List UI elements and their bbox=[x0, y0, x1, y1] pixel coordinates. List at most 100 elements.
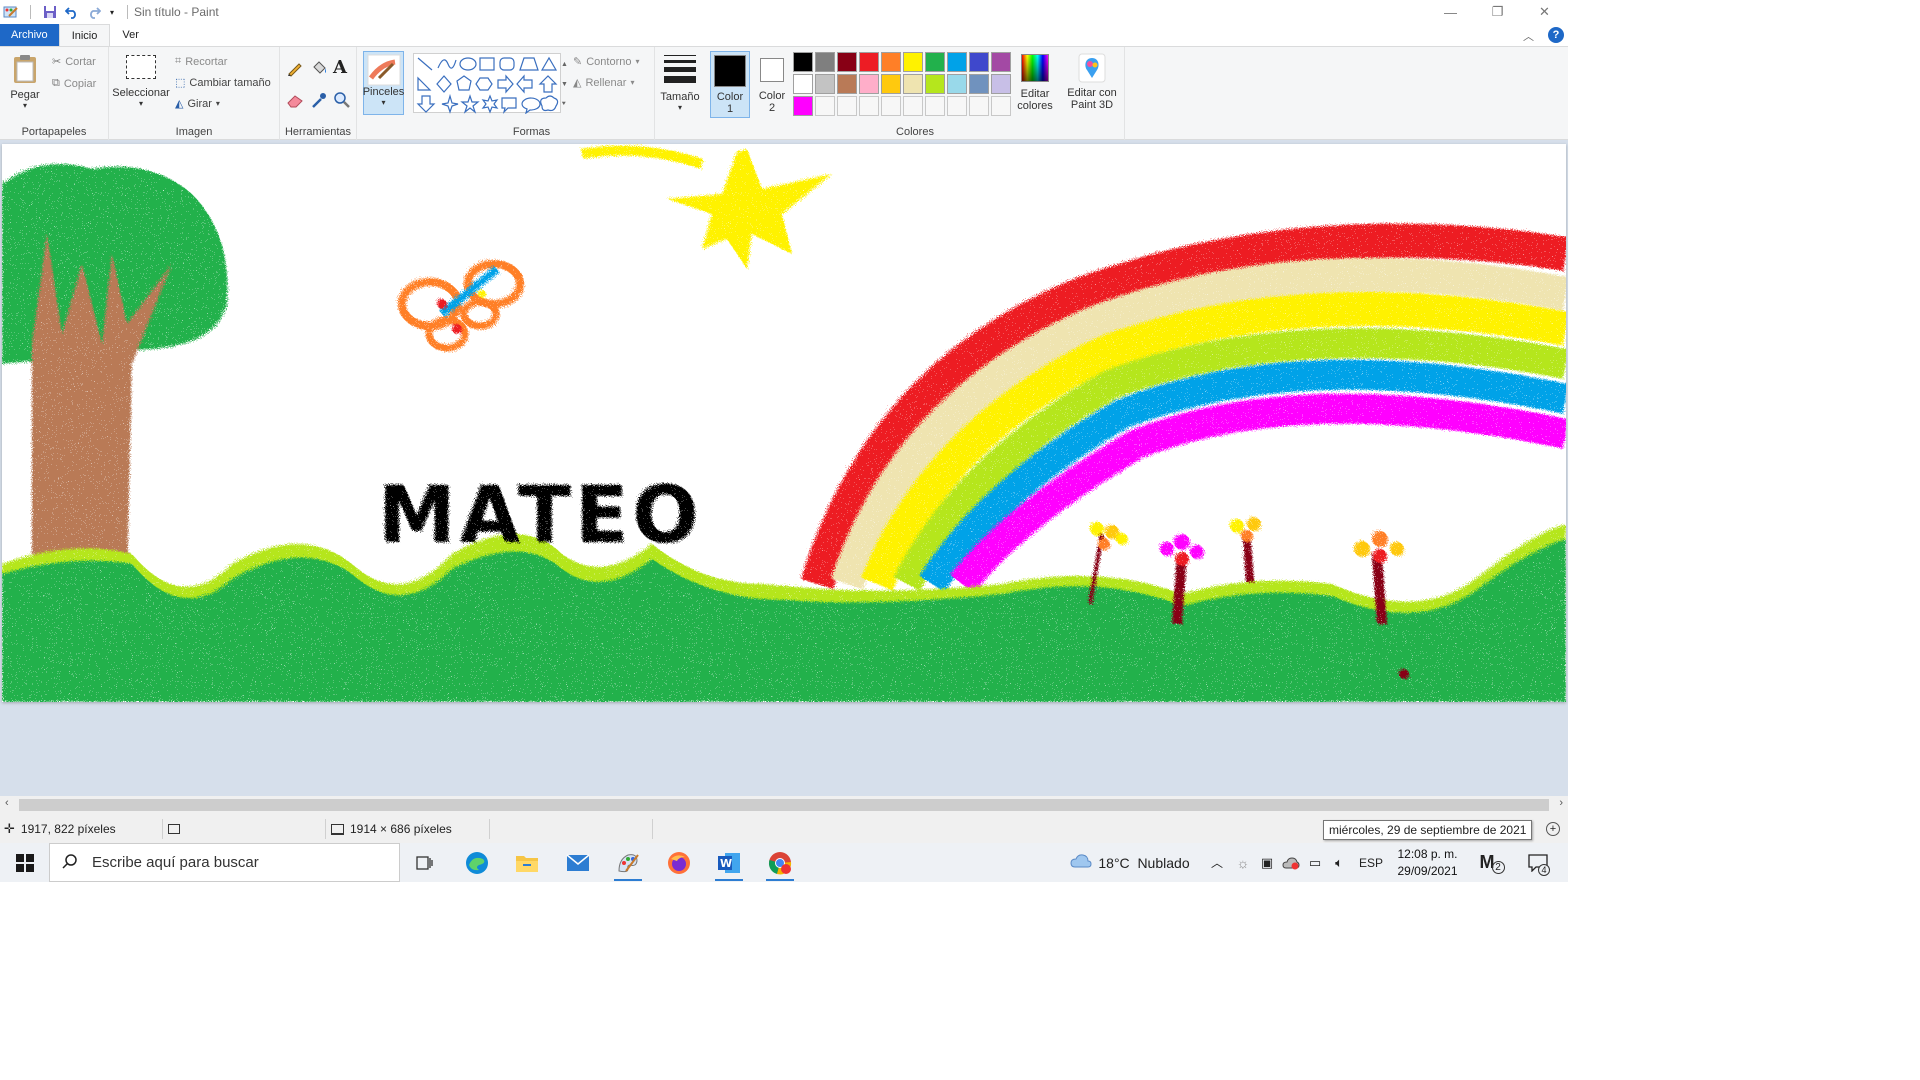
color-picker-icon[interactable] bbox=[310, 91, 328, 114]
meet-now-icon[interactable]: ▣ bbox=[1256, 843, 1278, 882]
start-button[interactable] bbox=[0, 843, 49, 882]
copy-button[interactable]: ⧉ Copiar bbox=[52, 77, 96, 90]
palette-color-swatch[interactable] bbox=[837, 96, 857, 116]
volume-icon[interactable]: 🔈︎ bbox=[1328, 843, 1350, 882]
palette-color-swatch[interactable] bbox=[991, 52, 1011, 72]
file-explorer-icon[interactable] bbox=[505, 843, 549, 882]
size-button[interactable]: Tamaño ▾ bbox=[656, 53, 704, 112]
battery-icon[interactable]: ▭ bbox=[1304, 843, 1326, 882]
palette-color-swatch[interactable] bbox=[903, 96, 923, 116]
horizontal-scrollbar[interactable]: ‹ › bbox=[0, 796, 1568, 815]
tab-file[interactable]: Archivo bbox=[0, 24, 59, 46]
palette-color-swatch[interactable] bbox=[815, 74, 835, 94]
pencil-icon[interactable] bbox=[286, 59, 304, 82]
color1-button[interactable]: Color 1 bbox=[710, 51, 750, 118]
palette-color-swatch[interactable] bbox=[969, 74, 989, 94]
task-view-icon[interactable] bbox=[405, 843, 445, 882]
save-icon[interactable] bbox=[41, 3, 59, 21]
taskbar-search[interactable]: Escribe aquí para buscar bbox=[49, 843, 400, 882]
palette-color-swatch[interactable] bbox=[837, 74, 857, 94]
palette-color-swatch[interactable] bbox=[991, 96, 1011, 116]
paint-app-icon[interactable] bbox=[2, 3, 20, 21]
paint-taskbar-icon[interactable] bbox=[606, 843, 650, 882]
tab-view[interactable]: Ver bbox=[110, 24, 151, 46]
firefox-icon[interactable] bbox=[657, 843, 701, 882]
palette-color-swatch[interactable] bbox=[881, 52, 901, 72]
word-icon[interactable]: W bbox=[707, 843, 751, 882]
palette-color-swatch[interactable] bbox=[947, 74, 967, 94]
scroll-left-icon[interactable]: ‹ bbox=[5, 797, 9, 809]
color2-button[interactable]: Color 2 bbox=[754, 51, 790, 114]
cut-button[interactable]: ✂ Cortar bbox=[52, 55, 96, 69]
collapse-ribbon-icon[interactable]: ︿ bbox=[1523, 28, 1534, 44]
brightness-icon[interactable]: ☼ bbox=[1232, 843, 1254, 882]
palette-color-swatch[interactable] bbox=[991, 74, 1011, 94]
notifications-icon[interactable]: 4 bbox=[1520, 843, 1556, 882]
chevron-down-icon: ▾ bbox=[635, 57, 640, 66]
palette-color-swatch[interactable] bbox=[925, 74, 945, 94]
minimize-button[interactable]: — bbox=[1427, 0, 1474, 24]
cloud-icon bbox=[1070, 853, 1092, 872]
palette-color-swatch[interactable] bbox=[793, 74, 813, 94]
palette-color-swatch[interactable] bbox=[859, 96, 879, 116]
text-tool-icon[interactable]: A bbox=[333, 57, 347, 78]
palette-color-swatch[interactable] bbox=[947, 52, 967, 72]
edge-icon[interactable] bbox=[455, 843, 499, 882]
taskbar-clock[interactable]: 12:08 p. m. 29/09/2021 bbox=[1390, 843, 1465, 882]
onedrive-icon[interactable] bbox=[1280, 843, 1302, 882]
meet-app-icon[interactable]: M 2 bbox=[1470, 843, 1514, 882]
palette-color-swatch[interactable] bbox=[881, 96, 901, 116]
rotate-button[interactable]: ◭ Girar ▾ bbox=[175, 97, 220, 111]
palette-color-swatch[interactable] bbox=[925, 96, 945, 116]
palette-color-swatch[interactable] bbox=[815, 96, 835, 116]
edit-with-paint3d-button[interactable]: Editar con Paint 3D bbox=[1062, 53, 1122, 111]
undo-icon[interactable] bbox=[63, 3, 81, 21]
crop-button[interactable]: ⌗ Recortar bbox=[175, 55, 227, 68]
scroll-right-icon[interactable]: › bbox=[1559, 797, 1563, 809]
palette-color-swatch[interactable] bbox=[859, 52, 879, 72]
palette-color-swatch[interactable] bbox=[925, 52, 945, 72]
shapes-gallery[interactable] bbox=[413, 53, 561, 115]
palette-color-swatch[interactable] bbox=[969, 96, 989, 116]
chrome-icon[interactable] bbox=[758, 843, 802, 882]
palette-color-swatch[interactable] bbox=[815, 52, 835, 72]
input-language[interactable]: ESP bbox=[1356, 843, 1386, 882]
paste-label: Pegar bbox=[10, 89, 40, 101]
palette-color-swatch[interactable] bbox=[793, 96, 813, 116]
zoom-in-icon[interactable]: + bbox=[1546, 815, 1560, 843]
palette-color-swatch[interactable] bbox=[903, 52, 923, 72]
close-button[interactable]: ✕ bbox=[1521, 0, 1568, 24]
customize-toolbar-icon[interactable]: ▾ bbox=[107, 3, 117, 21]
select-button[interactable]: Seleccionar ▾ bbox=[112, 55, 170, 108]
palette-color-swatch[interactable] bbox=[903, 74, 923, 94]
oval-shape-icon bbox=[459, 57, 477, 71]
copy-icon: ⧉ bbox=[52, 77, 60, 89]
redo-icon[interactable] bbox=[85, 3, 103, 21]
maximize-button[interactable]: ❐ bbox=[1474, 0, 1521, 24]
palette-color-swatch[interactable] bbox=[793, 52, 813, 72]
help-icon[interactable]: ? bbox=[1548, 27, 1564, 43]
show-hidden-icons-icon[interactable]: ︿ bbox=[1206, 843, 1228, 882]
shapes-scroll[interactable]: ▲ ▼ ⯆ bbox=[561, 55, 568, 115]
eraser-icon[interactable] bbox=[286, 91, 304, 114]
palette-color-swatch[interactable] bbox=[837, 52, 857, 72]
palette-color-swatch[interactable] bbox=[969, 52, 989, 72]
pentagon-shape-icon bbox=[456, 75, 472, 91]
callout-oval-shape-icon bbox=[521, 97, 541, 115]
fill-bucket-icon[interactable] bbox=[310, 59, 328, 82]
fill-button[interactable]: ◭ Rellenar ▾ bbox=[573, 76, 634, 90]
tab-home[interactable]: Inicio bbox=[58, 24, 111, 46]
mail-icon[interactable] bbox=[556, 843, 600, 882]
palette-color-swatch[interactable] bbox=[859, 74, 879, 94]
resize-button[interactable]: ⬚ Cambiar tamaño bbox=[175, 76, 271, 90]
paste-button[interactable]: Pegar ▾ bbox=[8, 53, 42, 110]
palette-color-swatch[interactable] bbox=[881, 74, 901, 94]
magnifier-icon[interactable] bbox=[333, 91, 351, 114]
weather-widget[interactable]: 18°C Nublado bbox=[1066, 843, 1194, 882]
scrollbar-thumb[interactable] bbox=[19, 799, 1549, 811]
edit-colors-button[interactable]: Editar colores bbox=[1017, 51, 1053, 112]
brushes-button[interactable]: Pinceles ▾ bbox=[363, 51, 404, 115]
drawing-canvas[interactable]: MATEO bbox=[2, 144, 1570, 702]
palette-color-swatch[interactable] bbox=[947, 96, 967, 116]
outline-button[interactable]: ✎ Contorno ▾ bbox=[573, 55, 640, 69]
